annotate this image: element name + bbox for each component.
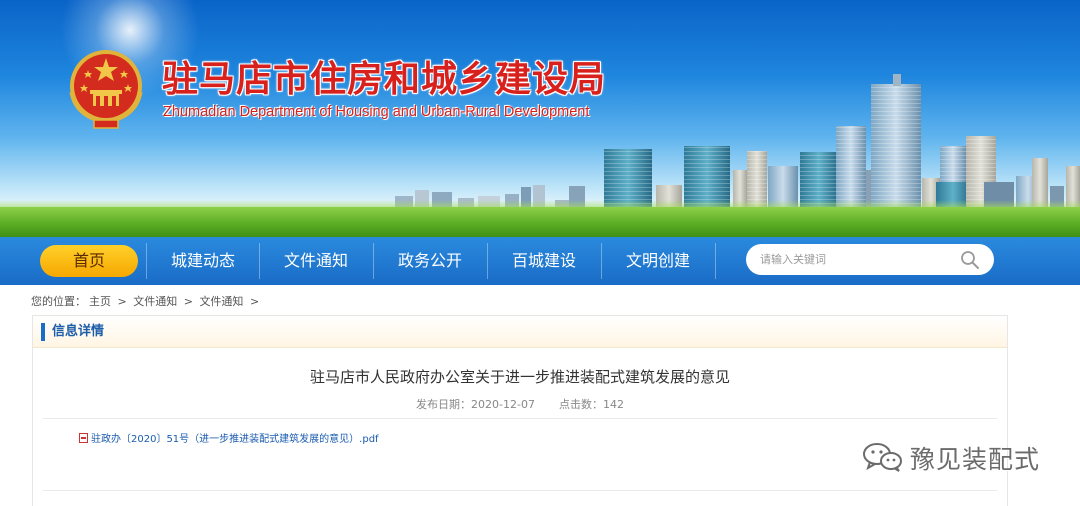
wechat-icon — [863, 443, 902, 472]
divider — [43, 418, 997, 419]
watermark-text: 豫见装配式 — [910, 445, 1041, 474]
site-title-chinese: 驻马店市住房和城乡建设局 — [162, 59, 607, 100]
nav-item-hundred-cities[interactable]: 百城建设 — [487, 237, 601, 285]
breadcrumb-link-file-notices-sub[interactable]: 文件通知 — [199, 295, 243, 308]
publish-date-label: 发布日期： — [416, 398, 472, 411]
nav-divider — [715, 243, 716, 279]
nav-item-government-affairs[interactable]: 政务公开 — [373, 237, 487, 285]
breadcrumb: 您的位置： 主页 > 文件通知 > 文件通知 > — [31, 293, 262, 309]
breadcrumb-prefix: 您的位置： — [31, 295, 86, 308]
breadcrumb-separator: > — [249, 295, 260, 308]
click-count-label: 点击数： — [558, 398, 603, 411]
nav-item-file-notices[interactable]: 文件通知 — [259, 237, 373, 285]
search-input[interactable] — [760, 250, 950, 269]
article-meta: 发布日期：2020-12-07 点击数：142 — [33, 396, 1007, 412]
breadcrumb-separator: > — [117, 295, 127, 308]
click-count: 142 — [602, 398, 624, 411]
breadcrumb-separator: > — [183, 295, 193, 308]
nav-item-home[interactable]: 首页 — [40, 245, 138, 277]
pdf-file-icon — [79, 433, 88, 443]
article-title: 驻马店市人民政府办公室关于进一步推进装配式建筑发展的意见 — [309, 368, 730, 386]
panel-heading: 信息详情 — [52, 324, 105, 339]
nav-item-civilization[interactable]: 文明创建 — [601, 237, 715, 285]
search-icon[interactable] — [960, 250, 980, 270]
nav-item-urban-construction-news[interactable]: 城建动态 — [146, 237, 260, 285]
divider — [43, 490, 997, 491]
breadcrumb-link-home[interactable]: 主页 — [89, 295, 111, 308]
grass-strip — [0, 207, 1080, 237]
publish-date: 2020-12-07 — [471, 398, 535, 411]
main-navigation: 首页 城建动态 文件通知 政务公开 百城建设 文明创建 — [0, 237, 1080, 285]
attachment-link[interactable]: 驻政办〔2020〕51号（进一步推进装配式建筑发展的意见）.pdf — [79, 430, 379, 445]
attachment-filename[interactable]: 驻政办〔2020〕51号（进一步推进装配式建筑发展的意见）.pdf — [91, 434, 379, 445]
panel-header: 信息详情 — [33, 316, 1007, 348]
panel-header-accent — [41, 323, 45, 341]
site-title-english: Zhumadian Department of Housing and Urba… — [163, 104, 590, 120]
national-emblem-icon — [69, 50, 143, 129]
breadcrumb-link-file-notices[interactable]: 文件通知 — [133, 295, 177, 308]
search-box — [746, 244, 994, 275]
site-banner: 驻马店市住房和城乡建设局 Zhumadian Department of Hou… — [0, 0, 1080, 237]
info-detail-panel: 信息详情 驻马店市人民政府办公室关于进一步推进装配式建筑发展的意见 发布日期：2… — [32, 315, 1008, 506]
